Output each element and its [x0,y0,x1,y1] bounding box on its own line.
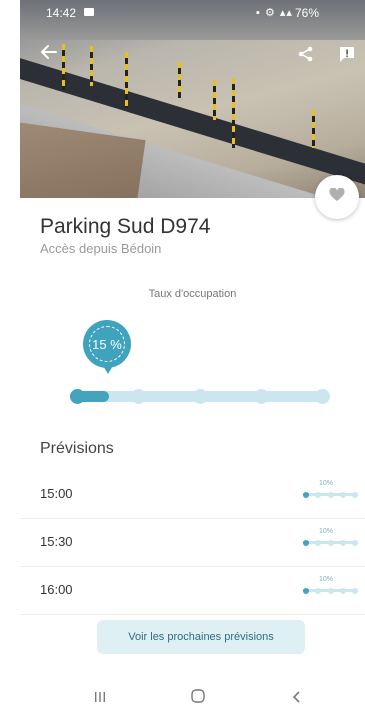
status-time: 14:42 [46,6,77,20]
forecast-gauge [303,587,358,594]
occupancy-bubble: 15 % [83,320,131,368]
forecast-time: 15:30 [40,534,73,549]
parking-subtitle: Accès depuis Bédoin [40,241,162,256]
favorite-button[interactable] [315,175,359,219]
occupancy-step-dot [193,389,208,404]
occupancy-value: 15 % [89,326,125,362]
status-icons: ▪ ⚙ ▴▴ [256,7,293,19]
occupancy-step-dot [315,389,330,404]
forecast-step-dot [340,539,346,546]
forecast-row: 15:00 10% [20,470,365,519]
back-nav-icon[interactable] [290,688,304,709]
parking-photo [20,0,365,198]
status-bar: 14:42 ▪ ⚙ ▴▴ 76% [20,0,365,22]
forecast-step-dot [303,491,309,498]
app-screen: 14:42 ▪ ⚙ ▴▴ 76% Parking Sud D974 Accès … [20,0,365,723]
forecast-percent: 10% [319,576,334,583]
forecast-step-dot [340,587,346,594]
back-arrow-icon[interactable] [40,44,58,65]
share-icon[interactable] [298,46,314,67]
forecast-step-dot [315,539,321,546]
forecast-time: 15:00 [40,486,73,501]
battery-level: 76% [295,6,320,20]
forecast-step-dot [303,539,309,546]
forecasts-title: Prévisions [40,440,114,457]
forecast-step-dot [352,539,358,546]
forecast-gauge [303,539,358,546]
report-icon[interactable] [338,45,356,68]
more-forecasts-button[interactable]: Voir les prochaines prévisions [97,620,305,654]
forecast-percent: 10% [319,480,334,487]
forecast-step-dot [328,539,334,546]
home-icon[interactable] [190,688,206,709]
android-nav-bar [20,678,365,723]
forecast-time: 16:00 [40,582,73,597]
occupancy-gauge [70,389,330,404]
forecast-step-dot [315,587,321,594]
occupancy-step-dot [254,389,269,404]
forecast-step-dot [328,587,334,594]
forecast-step-dot [352,491,358,498]
parking-title: Parking Sud D974 [40,215,211,238]
occupancy-label: Taux d'occupation [148,288,237,300]
forecast-row: 15:30 10% [20,518,365,567]
forecast-step-dot [303,587,309,594]
forecast-step-dot [340,491,346,498]
message-notification-icon [84,8,94,16]
forecast-step-dot [315,491,321,498]
heart-icon [329,186,345,207]
bubble-pointer [102,364,114,374]
occupancy-step-dot [70,389,85,404]
recent-apps-icon[interactable] [93,688,107,709]
forecast-percent: 10% [319,528,334,535]
forecast-row: 16:00 10% [20,566,365,615]
occupancy-step-dot [131,389,146,404]
forecast-gauge [303,491,358,498]
forecast-step-dot [328,491,334,498]
forecast-step-dot [352,587,358,594]
